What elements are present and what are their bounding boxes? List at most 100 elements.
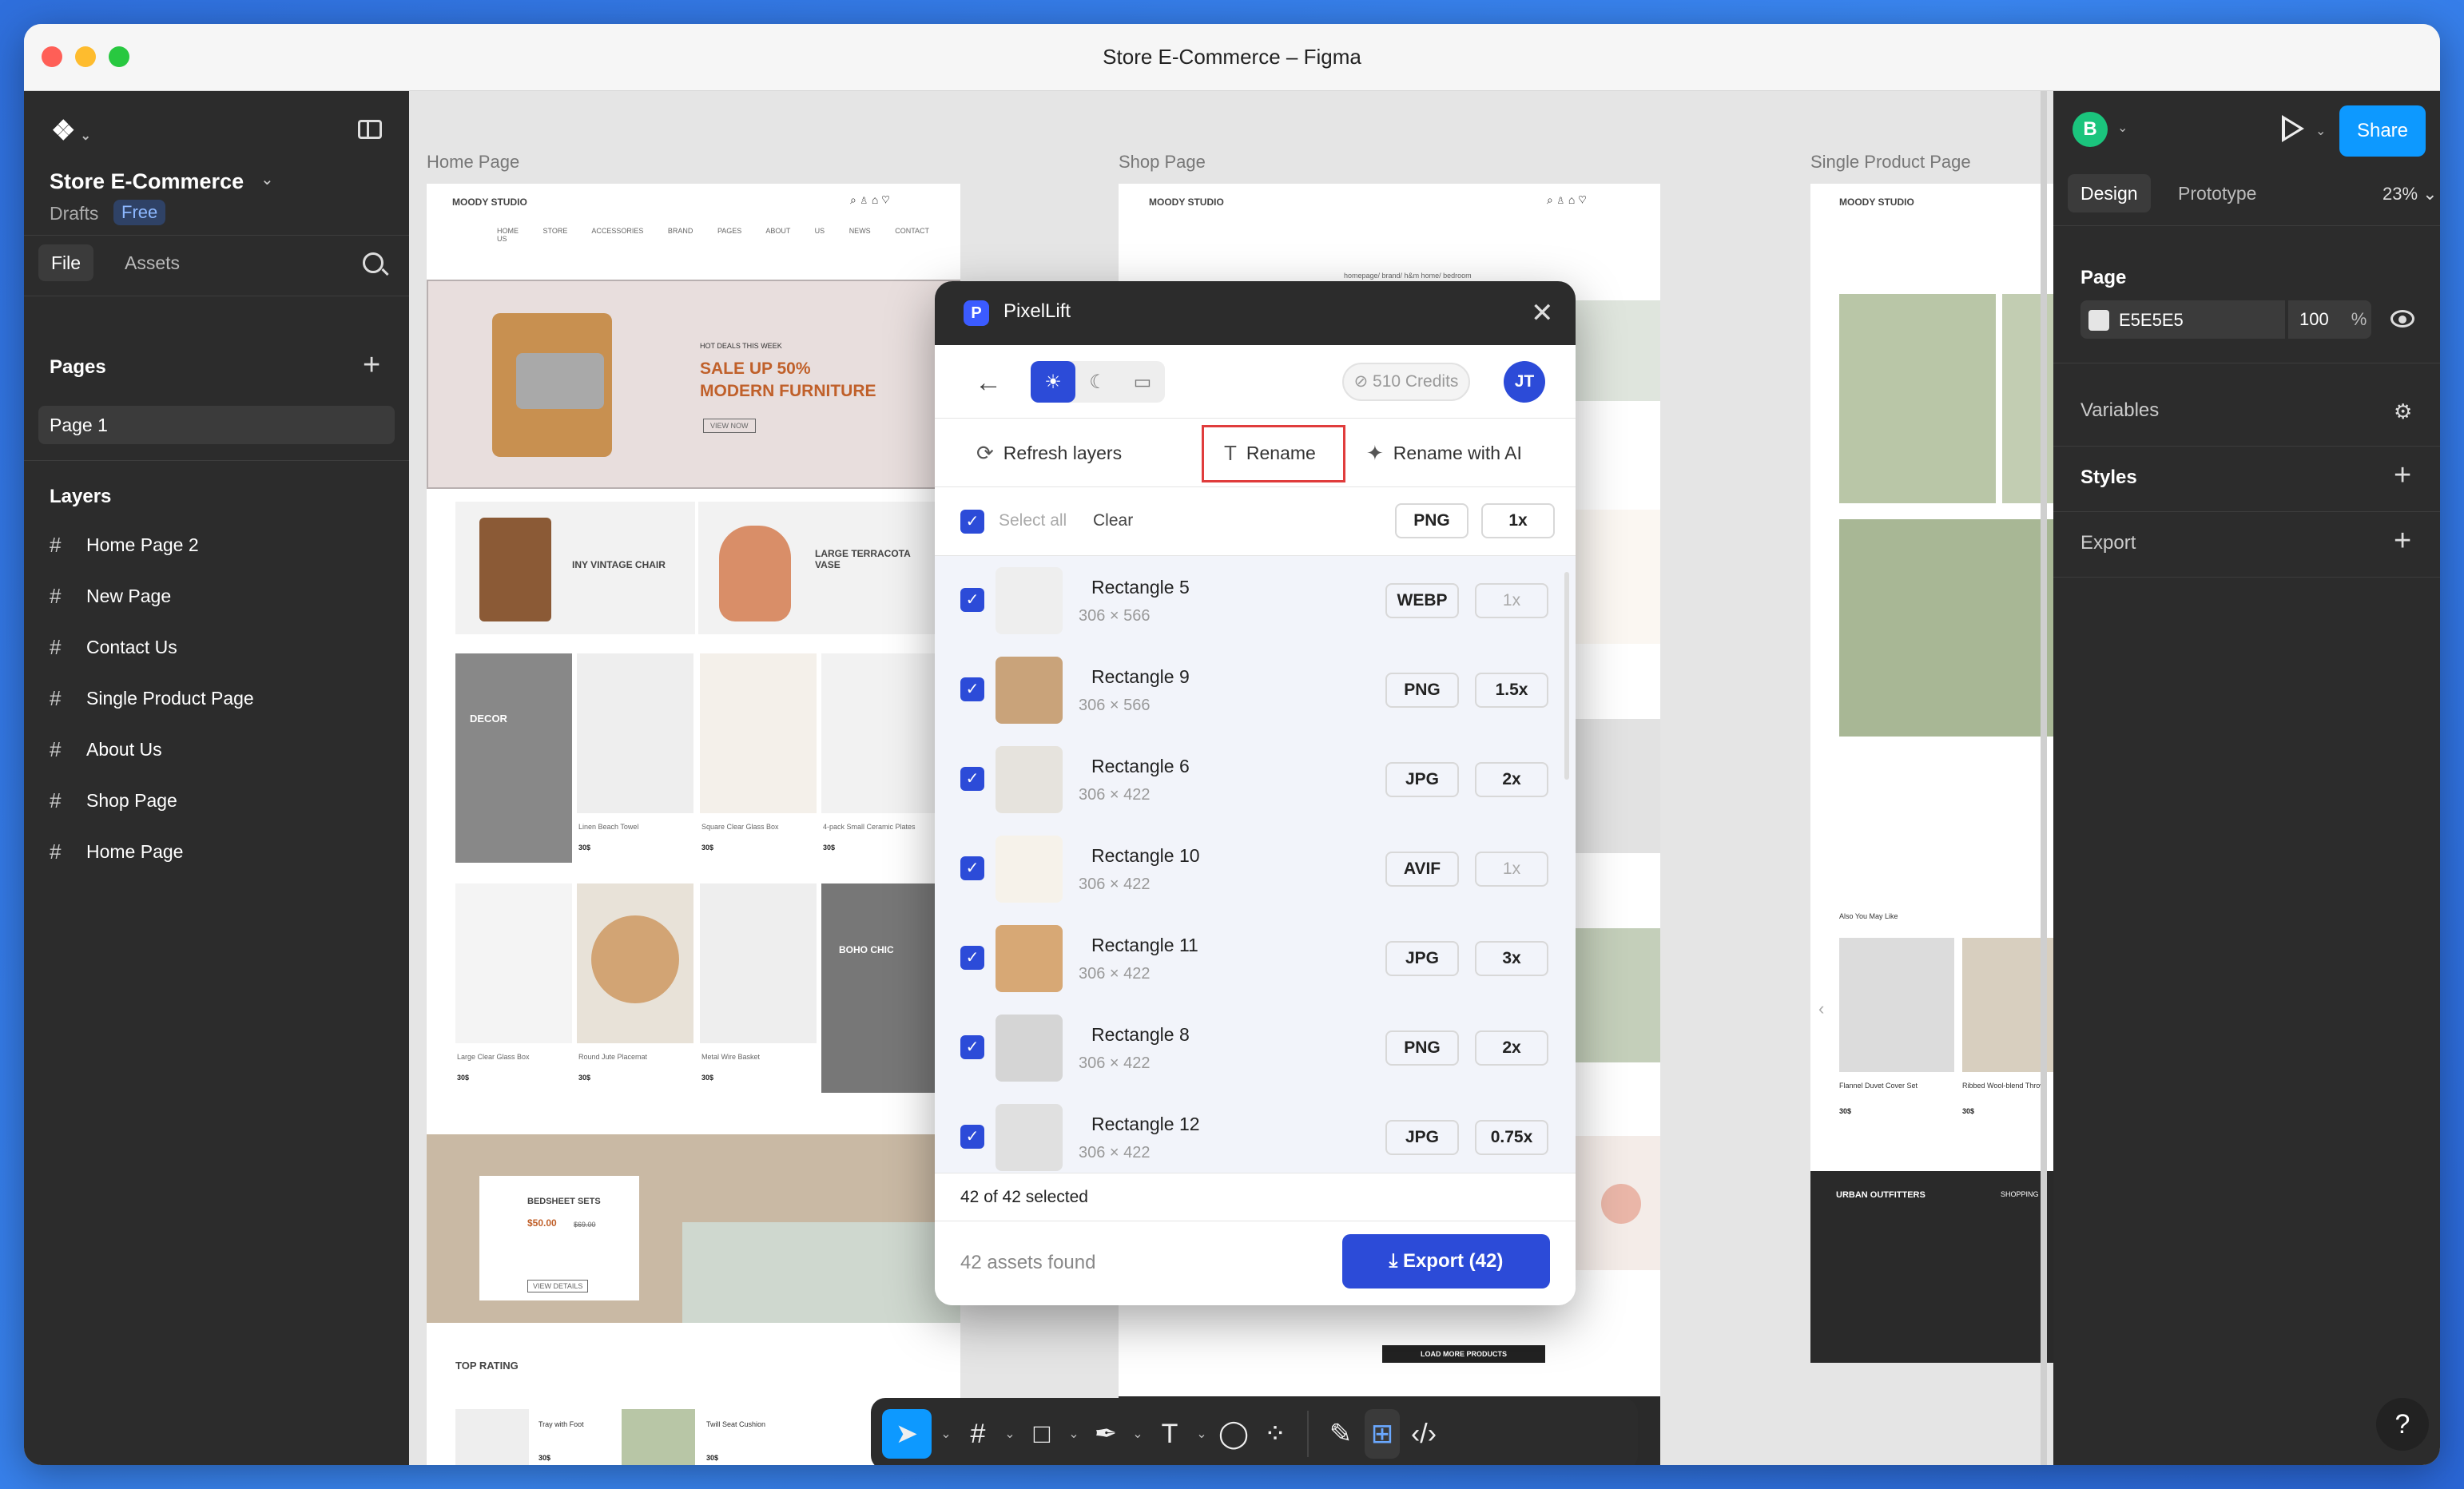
layer-item[interactable]: # Single Product Page	[50, 682, 254, 714]
variables-settings-icon[interactable]: ⚙	[2394, 396, 2412, 427]
export-button[interactable]: ⤓ Export (42)	[1342, 1234, 1550, 1288]
global-format-select[interactable]: PNG	[1395, 503, 1468, 538]
canvas-scrollbar[interactable]	[2041, 91, 2047, 1465]
help-button[interactable]: ?	[2376, 1398, 2429, 1451]
select-all-label[interactable]: Select all	[999, 511, 1067, 530]
layer-item[interactable]: # Shop Page	[50, 784, 177, 816]
format-select[interactable]: JPG	[1385, 1120, 1459, 1155]
search-icon[interactable]	[363, 252, 384, 273]
scale-select[interactable]: 3x	[1475, 941, 1548, 976]
asset-checkbox[interactable]: ✓	[960, 588, 984, 612]
actions-tool-icon[interactable]: ⁘	[1258, 1409, 1293, 1459]
format-select[interactable]: JPG	[1385, 941, 1459, 976]
rectangle-tool-icon[interactable]: □	[1024, 1409, 1059, 1459]
opacity-field[interactable]: 100%	[2288, 300, 2371, 339]
single-product-frame[interactable]: MOODY STUDIO Also You May Like ‹ Flannel…	[1810, 184, 2053, 1363]
close-window-button[interactable]	[42, 46, 62, 67]
dark-mode-icon[interactable]: ☾	[1075, 361, 1120, 403]
list-item[interactable]: ✓ Rectangle 8 306 × 422 PNG 2x	[935, 1003, 1576, 1093]
layer-item[interactable]: # New Page	[50, 580, 171, 612]
chevron-down-icon[interactable]: ⌄	[2117, 120, 2128, 136]
tab-design[interactable]: Design	[2068, 174, 2151, 212]
present-play-icon[interactable]	[2282, 115, 2304, 142]
comment-tool-icon[interactable]: ◯	[1216, 1409, 1251, 1459]
format-select[interactable]: PNG	[1385, 673, 1459, 708]
chevron-down-icon[interactable]: ⌄	[1002, 1409, 1018, 1459]
list-item[interactable]: ✓ Rectangle 6 306 × 422 JPG 2x	[935, 735, 1576, 824]
frame-label[interactable]: Shop Page	[1119, 152, 1206, 173]
avatar[interactable]: B	[2073, 112, 2108, 147]
layer-item[interactable]: # About Us	[50, 733, 162, 765]
export-section[interactable]: Export	[2080, 532, 2136, 554]
tab-assets[interactable]: Assets	[112, 244, 193, 281]
text-tool-icon[interactable]: T	[1152, 1409, 1187, 1459]
tab-file[interactable]: File	[38, 244, 94, 281]
styles-section[interactable]: Styles	[2080, 467, 2137, 489]
scale-select[interactable]: 0.75x	[1475, 1120, 1548, 1155]
asset-checkbox[interactable]: ✓	[960, 1125, 984, 1149]
format-select[interactable]: WEBP	[1385, 583, 1459, 618]
sidebar-toggle-icon[interactable]	[358, 120, 382, 139]
dev-mode-icon[interactable]: ‹/›	[1406, 1409, 1441, 1459]
pen-tool-icon[interactable]: ✒	[1088, 1409, 1123, 1459]
page-item[interactable]: Page 1	[38, 406, 395, 444]
select-all-checkbox[interactable]: ✓	[960, 510, 984, 534]
scale-select[interactable]: 1.5x	[1475, 673, 1548, 708]
list-item[interactable]: ✓ Rectangle 10 306 × 422 AVIF 1x	[935, 824, 1576, 914]
rename-button[interactable]: T Rename	[1224, 419, 1316, 487]
zoom-level[interactable]: 23% ⌄	[2383, 184, 2438, 204]
asset-checkbox[interactable]: ✓	[960, 856, 984, 880]
variables-section[interactable]: Variables	[2080, 399, 2159, 422]
asset-checkbox[interactable]: ✓	[960, 677, 984, 701]
draw-mode-icon[interactable]: ✎	[1323, 1409, 1358, 1459]
move-tool-icon[interactable]: ➤	[882, 1409, 932, 1459]
add-export-plus-icon[interactable]: +	[2394, 526, 2411, 556]
list-item[interactable]: ✓ Rectangle 5 306 × 566 WEBP 1x	[935, 556, 1576, 645]
scale-select[interactable]: 2x	[1475, 762, 1548, 797]
format-select[interactable]: AVIF	[1385, 852, 1459, 887]
layer-item[interactable]: # Home Page 2	[50, 529, 199, 561]
global-scale-select[interactable]: 1x	[1481, 503, 1555, 538]
share-button[interactable]: Share	[2339, 105, 2426, 157]
layer-item[interactable]: # Home Page	[50, 836, 183, 868]
format-select[interactable]: JPG	[1385, 762, 1459, 797]
figma-menu-icon[interactable]: ❖ ⌄	[51, 115, 91, 147]
scale-select[interactable]: 1x	[1475, 852, 1548, 887]
refresh-layers-button[interactable]: ⟳ Refresh layers	[976, 419, 1122, 487]
chevron-down-icon[interactable]: ⌄	[2315, 123, 2326, 139]
chevron-down-icon[interactable]: ⌄	[1130, 1409, 1146, 1459]
tab-prototype[interactable]: Prototype	[2165, 174, 2269, 212]
maximize-window-button[interactable]	[109, 46, 129, 67]
chevron-down-icon[interactable]: ⌄	[1194, 1409, 1210, 1459]
chevron-down-icon[interactable]: ⌄	[938, 1409, 954, 1459]
design-mode-icon[interactable]: ⊞	[1365, 1409, 1400, 1459]
add-style-plus-icon[interactable]: +	[2394, 460, 2411, 490]
rename-with-ai-button[interactable]: ✦ Rename with AI	[1366, 419, 1522, 487]
asset-checkbox[interactable]: ✓	[960, 946, 984, 970]
back-arrow-icon[interactable]: ←	[975, 367, 1002, 399]
scale-select[interactable]: 1x	[1475, 583, 1548, 618]
frame-tool-icon[interactable]: #	[960, 1409, 996, 1459]
frame-label[interactable]: Single Product Page	[1810, 152, 1971, 173]
add-page-plus-icon[interactable]: +	[363, 350, 380, 380]
format-select[interactable]: PNG	[1385, 1030, 1459, 1066]
clear-button[interactable]: Clear	[1093, 511, 1133, 530]
list-scrollbar[interactable]	[1564, 572, 1569, 780]
background-color-field[interactable]: E5E5E5	[2080, 300, 2285, 339]
list-item[interactable]: ✓ Rectangle 11 306 × 422 JPG 3x	[935, 914, 1576, 1003]
asset-checkbox[interactable]: ✓	[960, 767, 984, 791]
drafts-label[interactable]: Drafts	[50, 203, 98, 224]
visibility-eye-icon[interactable]	[2390, 310, 2414, 328]
frame-label[interactable]: Home Page	[427, 152, 519, 173]
layer-item[interactable]: # Contact Us	[50, 631, 177, 663]
system-mode-icon[interactable]: ▭	[1120, 361, 1165, 403]
user-avatar[interactable]: JT	[1504, 361, 1545, 403]
project-name[interactable]: Store E-Commerce	[50, 169, 244, 194]
list-item[interactable]: ✓ Rectangle 9 306 × 566 PNG 1.5x	[935, 645, 1576, 735]
close-icon[interactable]: ✕	[1531, 297, 1554, 329]
home-page-frame[interactable]: MOODY STUDIO ⌕ ♙ ⌂ ♡ HOME STORE ACCESSOR…	[427, 184, 960, 1465]
asset-checkbox[interactable]: ✓	[960, 1035, 984, 1059]
light-mode-icon[interactable]: ☀	[1031, 361, 1075, 403]
color-swatch[interactable]	[2088, 310, 2109, 331]
scale-select[interactable]: 2x	[1475, 1030, 1548, 1066]
